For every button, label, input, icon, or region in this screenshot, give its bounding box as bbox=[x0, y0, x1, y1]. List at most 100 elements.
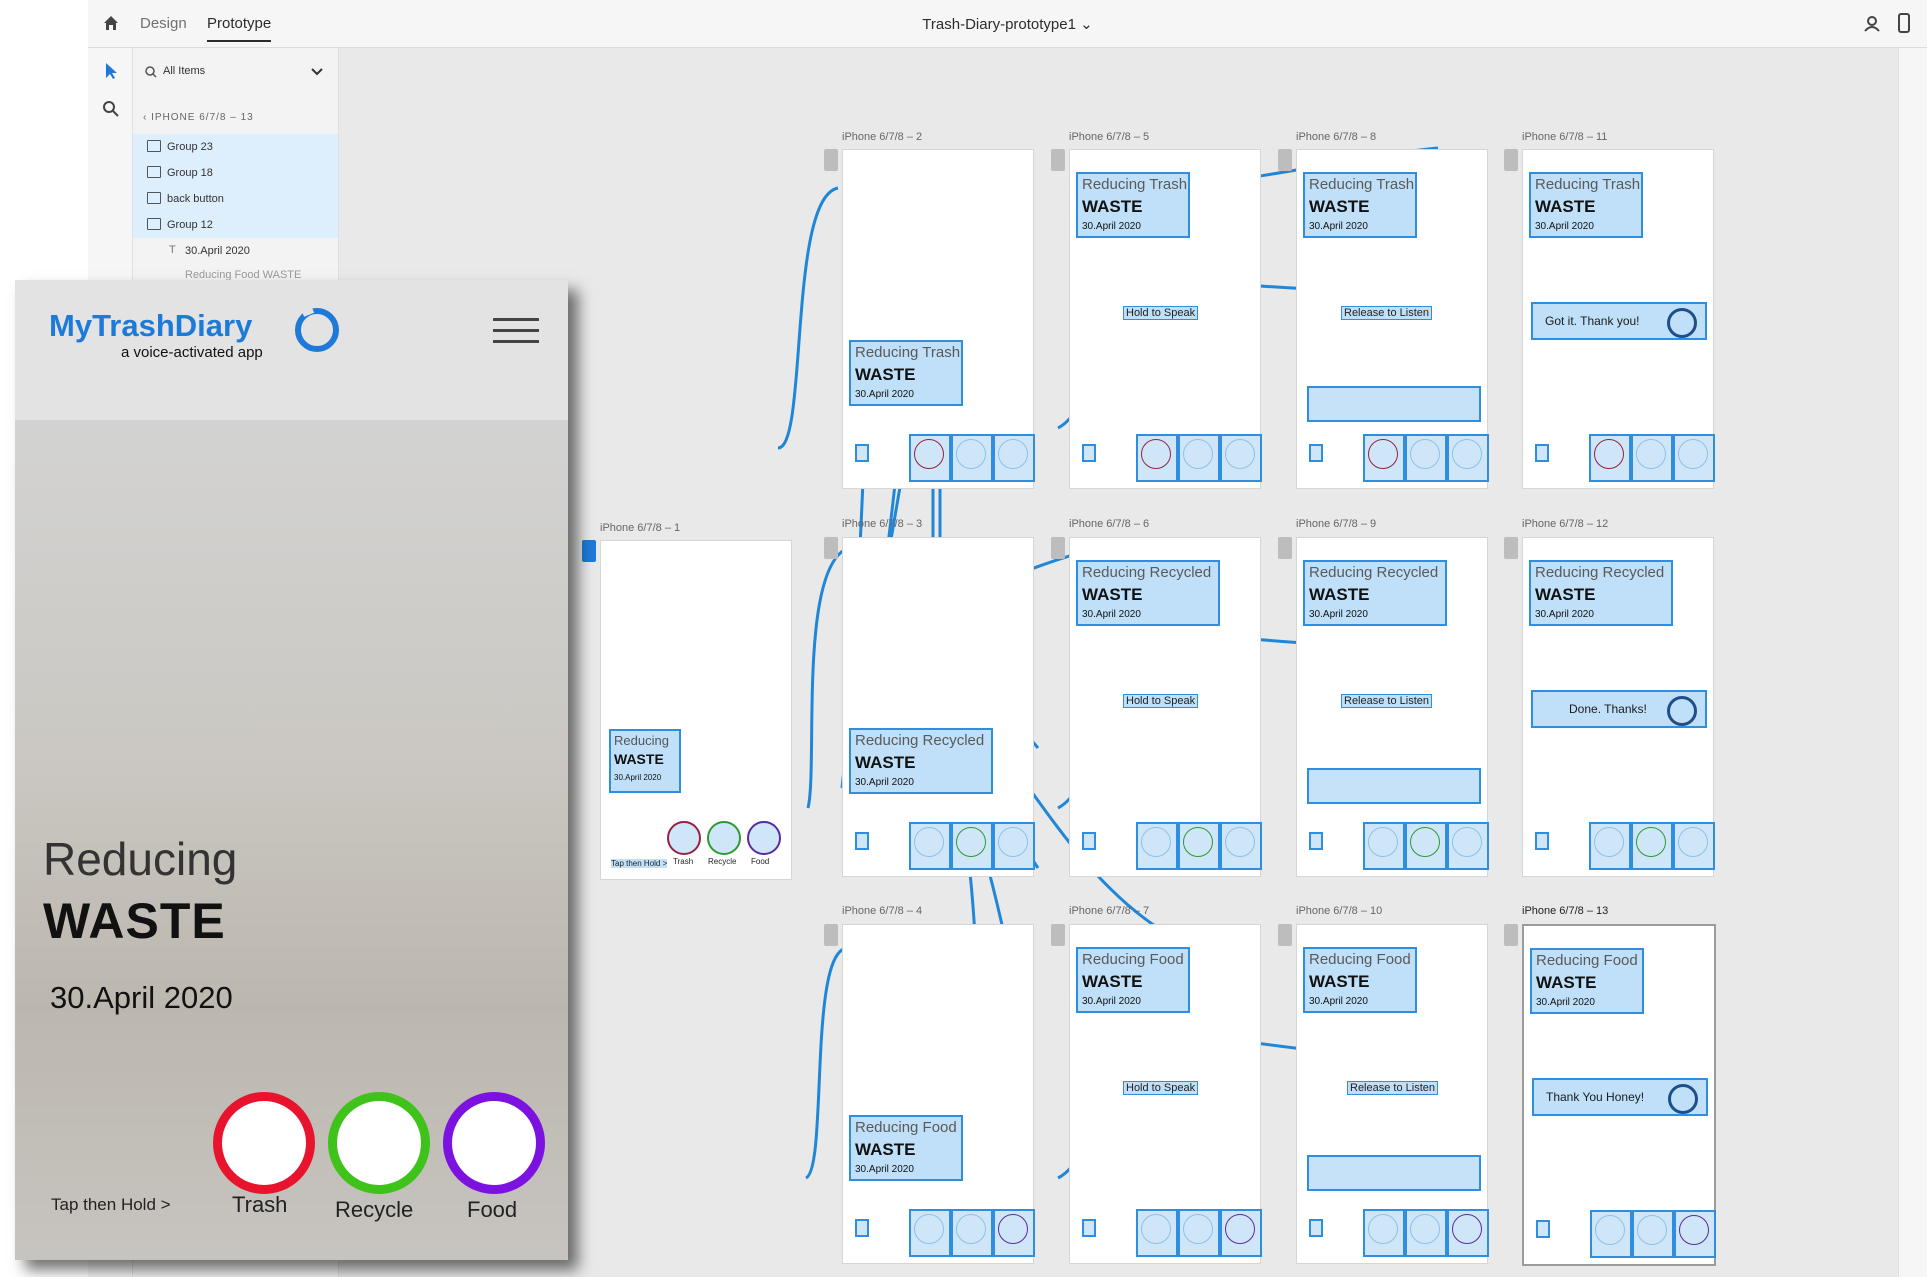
trash-mic-button[interactable] bbox=[1136, 434, 1178, 482]
hamburger-menu-icon[interactable] bbox=[493, 318, 539, 346]
recycle-button[interactable] bbox=[1178, 1209, 1220, 1257]
back-button[interactable] bbox=[1536, 1220, 1550, 1238]
trash-button[interactable] bbox=[1589, 822, 1631, 870]
back-button[interactable] bbox=[1082, 832, 1096, 850]
trash-button[interactable] bbox=[1590, 1210, 1632, 1258]
food-button[interactable] bbox=[1447, 822, 1489, 870]
layer-parent[interactable]: ‹ IPHONE 6/7/8 – 13 bbox=[143, 112, 254, 123]
artboard-12[interactable]: Reducing Recycled WASTE 30.April 2020 Do… bbox=[1522, 537, 1715, 877]
food-button[interactable] bbox=[1220, 434, 1262, 482]
back-button[interactable] bbox=[855, 1219, 869, 1237]
food-button[interactable] bbox=[993, 822, 1035, 870]
title-group[interactable]: Reducing Recycled WASTE 30.April 2020 bbox=[1076, 560, 1220, 626]
title-group[interactable]: Reducing Recycled WASTE 30.April 2020 bbox=[1303, 560, 1447, 626]
hold-to-speak-label[interactable]: Hold to Speak bbox=[1123, 306, 1199, 320]
back-button[interactable] bbox=[855, 832, 869, 850]
confirmation-bar[interactable]: Got it. Thank you! bbox=[1531, 302, 1707, 340]
artboard-9[interactable]: Reducing Recycled WASTE 30.April 2020 Re… bbox=[1296, 537, 1489, 877]
voice-input-field[interactable] bbox=[1307, 768, 1481, 804]
home-flag-icon[interactable] bbox=[824, 924, 838, 946]
device-preview-icon[interactable] bbox=[1898, 13, 1910, 33]
hold-to-speak-label[interactable]: Hold to Speak bbox=[1123, 694, 1199, 708]
food-button[interactable] bbox=[1673, 822, 1715, 870]
title-group[interactable]: Reducing WASTE 30.April 2020 bbox=[609, 729, 681, 793]
artboard-11[interactable]: Reducing Trash WASTE 30.April 2020 Got i… bbox=[1522, 149, 1715, 489]
trash-button[interactable] bbox=[1363, 822, 1405, 870]
user-icon[interactable] bbox=[1863, 14, 1881, 32]
recycle-button[interactable] bbox=[951, 1209, 993, 1257]
back-button[interactable] bbox=[1309, 832, 1323, 850]
home-flag-icon[interactable] bbox=[1504, 537, 1518, 559]
trash-button[interactable] bbox=[909, 1209, 951, 1257]
title-group[interactable]: Reducing Trash WASTE 30.April 2020 bbox=[1529, 172, 1643, 238]
zoom-icon[interactable] bbox=[102, 100, 120, 118]
trash-button[interactable] bbox=[667, 821, 701, 855]
title-group[interactable]: Reducing Trash WASTE 30.April 2020 bbox=[1076, 172, 1190, 238]
recycle-mic-button[interactable] bbox=[1178, 822, 1220, 870]
title-group[interactable]: Reducing Food WASTE 30.April 2020 bbox=[1303, 947, 1417, 1013]
recycle-mic-button[interactable] bbox=[1405, 822, 1447, 870]
title-group[interactable]: Reducing Recycled WASTE 30.April 2020 bbox=[849, 728, 993, 794]
artboard-8[interactable]: Reducing Trash WASTE 30.April 2020 Relea… bbox=[1296, 149, 1489, 489]
trash-button[interactable] bbox=[1136, 1209, 1178, 1257]
title-group[interactable]: Reducing Food WASTE 30.April 2020 bbox=[849, 1115, 963, 1181]
artboard-5[interactable]: Reducing Trash WASTE 30.April 2020 Hold … bbox=[1069, 149, 1262, 489]
food-mic-button[interactable] bbox=[1674, 1210, 1716, 1258]
layer-item[interactable]: Group 18 bbox=[133, 160, 338, 186]
home-flag-icon[interactable] bbox=[1504, 924, 1518, 946]
food-mic-button[interactable] bbox=[993, 1209, 1035, 1257]
food-mic-button[interactable] bbox=[1447, 1209, 1489, 1257]
home-flag-icon[interactable] bbox=[824, 537, 838, 559]
food-button[interactable] bbox=[747, 821, 781, 855]
layer-item[interactable]: T 30.April 2020 bbox=[133, 238, 338, 264]
search-input[interactable]: All Items bbox=[163, 65, 205, 77]
back-button[interactable] bbox=[1535, 832, 1549, 850]
home-flag-icon[interactable] bbox=[1278, 149, 1292, 171]
title-group[interactable]: Reducing Trash WASTE 30.April 2020 bbox=[849, 340, 963, 406]
artboard-13[interactable]: Reducing Food WASTE 30.April 2020 Thank … bbox=[1522, 924, 1716, 1266]
back-button[interactable] bbox=[1535, 444, 1549, 462]
recycle-mic-button[interactable] bbox=[951, 822, 993, 870]
trash-circle-button[interactable] bbox=[213, 1092, 315, 1194]
trash-mic-button[interactable] bbox=[1363, 434, 1405, 482]
food-button[interactable] bbox=[1220, 822, 1262, 870]
recycle-button[interactable] bbox=[1405, 1209, 1447, 1257]
release-to-listen-label[interactable]: Release to Listen bbox=[1341, 306, 1432, 320]
hold-to-speak-label[interactable]: Hold to Speak bbox=[1123, 1081, 1199, 1095]
recycle-circle-button[interactable] bbox=[328, 1092, 430, 1194]
confirmation-bar[interactable]: Done. Thanks! bbox=[1531, 690, 1707, 728]
confirmation-bar[interactable]: Thank You Honey! bbox=[1532, 1078, 1708, 1116]
home-flag-icon[interactable] bbox=[1278, 537, 1292, 559]
recycle-button[interactable] bbox=[951, 434, 993, 482]
back-button[interactable] bbox=[1309, 444, 1323, 462]
artboard-10[interactable]: Reducing Food WASTE 30.April 2020 Releas… bbox=[1296, 924, 1489, 1264]
title-group[interactable]: Reducing Food WASTE 30.April 2020 bbox=[1530, 948, 1644, 1014]
title-group[interactable]: Reducing Trash WASTE 30.April 2020 bbox=[1303, 172, 1417, 238]
release-to-listen-label[interactable]: Release to Listen bbox=[1347, 1081, 1438, 1095]
artboard-4[interactable]: Reducing Food WASTE 30.April 2020 bbox=[842, 924, 1035, 1264]
trash-mic-button[interactable] bbox=[909, 434, 951, 482]
home-flag-icon[interactable] bbox=[1051, 537, 1065, 559]
trash-button[interactable] bbox=[1136, 822, 1178, 870]
layer-search[interactable]: All Items bbox=[139, 60, 329, 84]
trash-button[interactable] bbox=[1363, 1209, 1405, 1257]
document-title[interactable]: Trash-Diary-prototype1 ⌄ bbox=[88, 15, 1927, 33]
release-to-listen-label[interactable]: Release to Listen bbox=[1341, 694, 1432, 708]
recycle-button[interactable] bbox=[1632, 1210, 1674, 1258]
food-button[interactable] bbox=[1447, 434, 1489, 482]
artboard-1[interactable]: Reducing WASTE 30.April 2020 Tap then Ho… bbox=[600, 540, 792, 880]
title-group[interactable]: Reducing Food WASTE 30.April 2020 bbox=[1076, 947, 1190, 1013]
recycle-button[interactable] bbox=[707, 821, 741, 855]
food-circle-button[interactable] bbox=[443, 1092, 545, 1194]
artboard-7[interactable]: Reducing Food WASTE 30.April 2020 Hold t… bbox=[1069, 924, 1262, 1264]
recycle-button[interactable] bbox=[1631, 434, 1673, 482]
voice-input-field[interactable] bbox=[1307, 386, 1481, 422]
layer-item[interactable]: Group 12 bbox=[133, 212, 338, 238]
layer-item[interactable]: Group 23 bbox=[133, 134, 338, 160]
back-button[interactable] bbox=[1082, 444, 1096, 462]
layer-item[interactable]: back button bbox=[133, 186, 338, 212]
trash-button[interactable] bbox=[909, 822, 951, 870]
home-flag-icon[interactable] bbox=[1504, 149, 1518, 171]
back-button[interactable] bbox=[1309, 1219, 1323, 1237]
home-flag-icon[interactable] bbox=[1278, 924, 1292, 946]
